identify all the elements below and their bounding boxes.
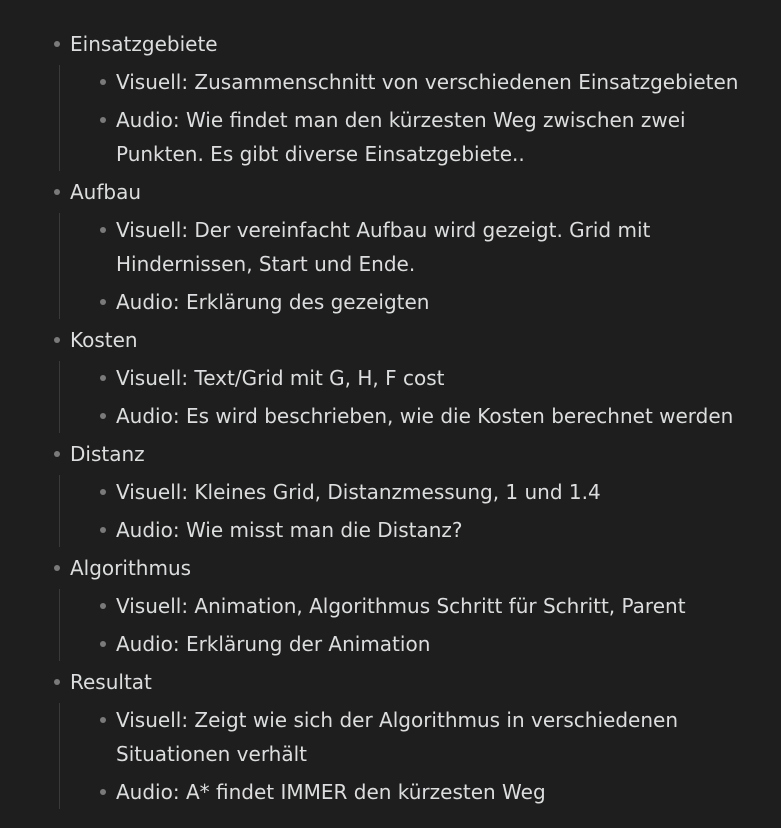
list-item[interactable]: Audio: Wie findet man den kürzesten Weg … (100, 103, 751, 171)
list-item[interactable]: Audio: Erklärung des gezeigten (100, 285, 751, 319)
outline-section: Aufbau Visuell: Der vereinfacht Aufbau w… (54, 175, 751, 319)
section-heading[interactable]: Kosten (54, 323, 751, 357)
list-item-text: Audio: Es wird beschrieben, wie die Kost… (116, 404, 734, 428)
section-heading[interactable]: Resultat (54, 665, 751, 699)
outline-section: Distanz Visuell: Kleines Grid, Distanzme… (54, 437, 751, 547)
list-item[interactable]: Visuell: Kleines Grid, Distanzmessung, 1… (100, 475, 751, 509)
section-title: Einsatzgebiete (70, 32, 218, 56)
section-title: Kosten (70, 328, 138, 352)
list-item[interactable]: Visuell: Text/Grid mit G, H, F cost (100, 361, 751, 395)
outline-section: Algorithmus Visuell: Animation, Algorith… (54, 551, 751, 661)
bullet-icon[interactable] (100, 79, 106, 85)
section-title: Aufbau (70, 180, 142, 204)
list-item[interactable]: Visuell: Zeigt wie sich der Algorithmus … (100, 703, 751, 771)
bullet-icon[interactable] (54, 189, 60, 195)
bullet-icon[interactable] (54, 679, 60, 685)
section-children: Visuell: Text/Grid mit G, H, F cost Audi… (59, 361, 751, 433)
list-item[interactable]: Visuell: Zusammenschnitt von verschieden… (100, 65, 751, 99)
bullet-icon[interactable] (100, 717, 106, 723)
section-title: Distanz (70, 442, 145, 466)
bullet-icon[interactable] (54, 565, 60, 571)
list-item[interactable]: Visuell: Der vereinfacht Aufbau wird gez… (100, 213, 751, 281)
section-heading[interactable]: Einsatzgebiete (54, 27, 751, 61)
bullet-icon[interactable] (100, 789, 106, 795)
list-item-text: Audio: A* findet IMMER den kürzesten Weg (116, 780, 546, 804)
list-item-text: Audio: Wie findet man den kürzesten Weg … (116, 108, 686, 166)
section-children: Visuell: Zeigt wie sich der Algorithmus … (59, 703, 751, 809)
list-item-text: Visuell: Text/Grid mit G, H, F cost (116, 366, 445, 390)
list-item-text: Visuell: Animation, Algorithmus Schritt … (116, 594, 686, 618)
outline-section: Einsatzgebiete Visuell: Zusammenschnitt … (54, 27, 751, 171)
bullet-icon[interactable] (100, 641, 106, 647)
bullet-icon[interactable] (100, 299, 106, 305)
section-heading[interactable]: Distanz (54, 437, 751, 471)
bullet-icon[interactable] (54, 41, 60, 47)
section-heading[interactable]: Algorithmus (54, 551, 751, 585)
list-item-text: Visuell: Der vereinfacht Aufbau wird gez… (116, 218, 651, 276)
bullet-icon[interactable] (100, 227, 106, 233)
list-item-text: Visuell: Zusammenschnitt von verschieden… (116, 70, 739, 94)
list-item-text: Audio: Erklärung des gezeigten (116, 290, 430, 314)
section-children: Visuell: Der vereinfacht Aufbau wird gez… (59, 213, 751, 319)
bullet-icon[interactable] (100, 117, 106, 123)
bullet-icon[interactable] (100, 375, 106, 381)
list-item-text: Audio: Wie misst man die Distanz? (116, 518, 463, 542)
section-children: Visuell: Zusammenschnitt von verschieden… (59, 65, 751, 171)
list-item[interactable]: Audio: Wie misst man die Distanz? (100, 513, 751, 547)
section-title: Algorithmus (70, 556, 192, 580)
list-item-text: Visuell: Zeigt wie sich der Algorithmus … (116, 708, 678, 766)
bullet-icon[interactable] (100, 527, 106, 533)
list-item[interactable]: Audio: Erklärung der Animation (100, 627, 751, 661)
bullet-icon[interactable] (100, 603, 106, 609)
list-item[interactable]: Visuell: Animation, Algorithmus Schritt … (100, 589, 751, 623)
section-children: Visuell: Animation, Algorithmus Schritt … (59, 589, 751, 661)
bullet-icon[interactable] (54, 451, 60, 457)
outline-list: Einsatzgebiete Visuell: Zusammenschnitt … (0, 0, 781, 809)
section-children: Visuell: Kleines Grid, Distanzmessung, 1… (59, 475, 751, 547)
list-item-text: Audio: Erklärung der Animation (116, 632, 431, 656)
bullet-icon[interactable] (54, 337, 60, 343)
outline-section: Kosten Visuell: Text/Grid mit G, H, F co… (54, 323, 751, 433)
section-title: Resultat (70, 670, 152, 694)
bullet-icon[interactable] (100, 489, 106, 495)
list-item[interactable]: Audio: Es wird beschrieben, wie die Kost… (100, 399, 751, 433)
list-item-text: Visuell: Kleines Grid, Distanzmessung, 1… (116, 480, 601, 504)
outline-section: Resultat Visuell: Zeigt wie sich der Alg… (54, 665, 751, 809)
bullet-icon[interactable] (100, 413, 106, 419)
list-item[interactable]: Audio: A* findet IMMER den kürzesten Weg (100, 775, 751, 809)
section-heading[interactable]: Aufbau (54, 175, 751, 209)
